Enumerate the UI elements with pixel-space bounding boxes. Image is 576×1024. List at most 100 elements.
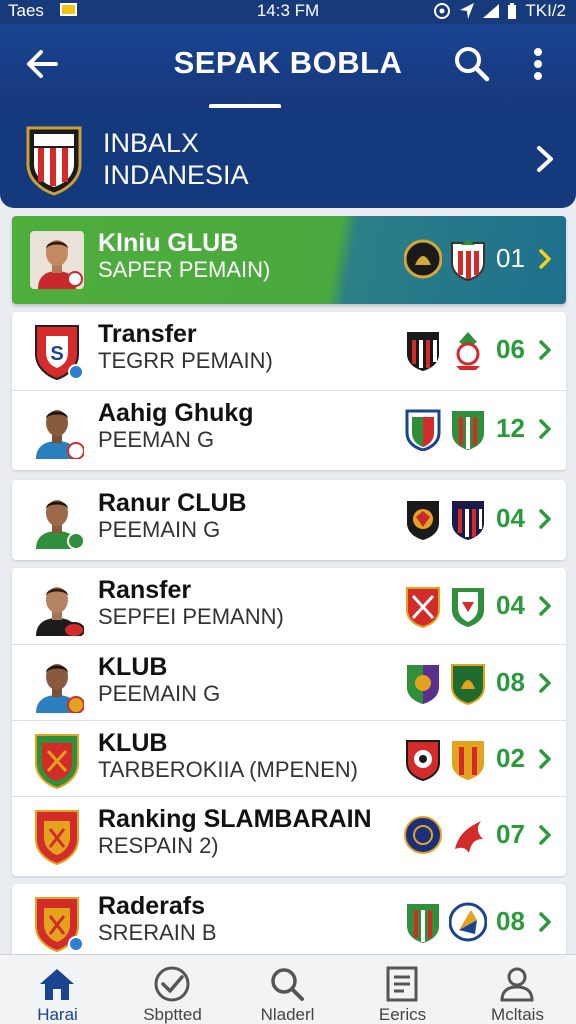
team-logo-icon [404, 239, 442, 279]
status-icons: TKI/2 [433, 1, 566, 21]
list-item[interactable]: Klniu GLUB SAPER PEMAIN) 01 [12, 221, 566, 299]
team-logo-icon [452, 411, 484, 450]
person-icon [500, 967, 534, 1002]
list-item[interactable]: S Transfer TEGRR PEMAIN) 06 [12, 312, 566, 390]
list-item[interactable]: Ranur CLUB PEEMAIN G 04 [12, 481, 566, 559]
player-avatar [36, 587, 84, 636]
team-logo-icon [405, 409, 441, 451]
league-name-line1: INBALX [103, 128, 200, 158]
item-subtitle: RESPAIN 2) [98, 833, 219, 858]
item-count: 08 [496, 667, 525, 697]
nav-sbptted[interactable]: Sbptted [115, 955, 230, 1024]
nav-label: Eerics [378, 1005, 427, 1024]
item-subtitle: PEEMAIN G [98, 517, 221, 542]
item-count: 02 [496, 743, 525, 773]
item-subtitle: TARBEROKIIA (MPENEN) [98, 757, 358, 782]
player-avatar [36, 410, 84, 459]
item-title: Ransfer [98, 576, 192, 604]
player-avatar [36, 500, 84, 549]
location-icon [460, 3, 475, 19]
list-item[interactable]: Ranking SLAMBARAIN RESPAIN 2) 07 [12, 796, 566, 874]
team-logo-icon [449, 902, 487, 942]
search-icon [271, 968, 304, 1001]
item-count: 06 [496, 334, 525, 364]
nav-label: Harai [37, 1005, 78, 1024]
item-title: Transfer [98, 320, 197, 348]
chevron-right-icon[interactable] [538, 248, 552, 270]
item-title: KLUB [98, 653, 168, 681]
league-crest-icon [26, 126, 82, 196]
chevron-right-icon[interactable] [538, 418, 552, 440]
chevron-right-icon[interactable] [538, 339, 552, 361]
battery-icon [508, 2, 517, 19]
team-logo-icon [407, 501, 439, 540]
item-subtitle: SEPFEI PEMANN) [98, 604, 284, 629]
item-count: 04 [496, 590, 525, 620]
club-crest-icon [35, 897, 84, 952]
featured-club-card[interactable]: Klniu GLUB SAPER PEMAIN) 01 [12, 216, 566, 304]
nav-label: Sbptted [143, 1005, 202, 1024]
nav-label: Nladerl [260, 1005, 315, 1024]
club-list-card: Ranur CLUB PEEMAIN G 04 [12, 480, 566, 560]
team-logo-icon [452, 741, 484, 780]
sync-icon [434, 3, 451, 19]
app-bar: SEPAK BOBLA [0, 24, 576, 109]
list-item[interactable]: Aahig Ghukg PEEMAN G 12 [12, 390, 566, 468]
item-count: 12 [496, 413, 525, 443]
item-title: Raderafs [98, 892, 205, 920]
team-logo-icon [407, 904, 439, 943]
nav-eerics[interactable]: Eerics [345, 955, 460, 1024]
nav-home[interactable]: Harai [0, 955, 115, 1024]
league-header[interactable]: INBALX INDANESIA [0, 108, 576, 208]
item-count: 07 [496, 819, 525, 849]
club-list-card: Ransfer SEPFEI PEMANN) 04 KLUB PEEMAIN G… [12, 568, 566, 876]
team-logo-icon [456, 332, 480, 370]
more-vert-icon[interactable] [528, 44, 548, 84]
team-logo-icon [452, 588, 484, 627]
signal-icon [483, 4, 500, 18]
item-subtitle: PEEMAIN G [98, 681, 221, 706]
nav-profile[interactable]: Mcltais [460, 955, 575, 1024]
club-count: 01 [496, 243, 525, 273]
chevron-right-icon[interactable] [538, 911, 552, 933]
item-title: Ranking SLAMBARAIN [98, 805, 372, 833]
chevron-right-icon[interactable] [538, 824, 552, 846]
list-item[interactable]: KLUB PEEMAIN G 08 [12, 644, 566, 722]
club-crest-icon: S [35, 325, 84, 380]
svg-text:S: S [50, 343, 63, 365]
item-title: KLUB [98, 729, 168, 757]
team-logo-icon [455, 821, 483, 853]
chevron-right-icon[interactable] [538, 595, 552, 617]
chevron-right-icon[interactable] [538, 748, 552, 770]
item-title: Aahig Ghukg [98, 399, 254, 427]
item-count: 08 [496, 906, 525, 936]
team-logo-icon [404, 816, 442, 854]
status-bar: Taes 14:3 FM TKI/2 [0, 0, 576, 24]
chevron-right-icon[interactable] [532, 144, 558, 174]
team-logo-icon [406, 740, 440, 781]
club-crest-icon [35, 810, 79, 865]
league-name-line2: INDANESIA [103, 160, 249, 190]
chevron-right-icon[interactable] [538, 672, 552, 694]
team-logo-icon [407, 332, 439, 371]
bottom-navigation: Harai Sbptted Nladerl Eerics Mcltais [0, 954, 576, 1024]
item-subtitle: SRERAIN B [98, 920, 217, 945]
list-item[interactable]: Ransfer SEPFEI PEMANN) 04 [12, 568, 566, 646]
list-item[interactable]: KLUB TARBEROKIIA (MPENEN) 02 [12, 720, 566, 798]
status-right-text: TKI/2 [525, 1, 566, 20]
club-crest-icon [35, 734, 79, 789]
team-logo-icon [407, 665, 439, 704]
team-logo-icon [452, 501, 484, 540]
list-item[interactable]: Raderafs SRERAIN B 08 [12, 884, 566, 962]
team-logo-icon [451, 664, 485, 705]
club-subtitle: SAPER PEMAIN) [98, 257, 271, 282]
document-icon [386, 966, 418, 1002]
home-icon [40, 969, 74, 1000]
item-subtitle: PEEMAN G [98, 427, 215, 452]
club-list-card: S Transfer TEGRR PEMAIN) 06 Aahig Ghukg … [12, 312, 566, 470]
nav-search[interactable]: Nladerl [230, 955, 345, 1024]
player-avatar [36, 664, 84, 713]
chevron-right-icon[interactable] [538, 508, 552, 530]
checkmark-circle-icon [154, 966, 190, 1002]
search-icon[interactable] [452, 44, 492, 84]
